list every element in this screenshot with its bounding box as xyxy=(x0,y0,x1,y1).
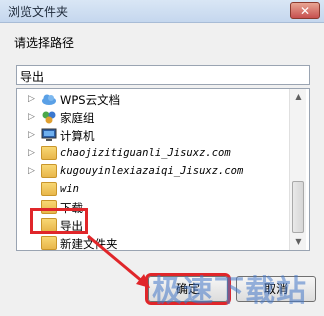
expand-arrow-icon[interactable]: ▷ xyxy=(28,165,38,177)
folder-icon xyxy=(41,146,57,160)
expand-arrow-icon[interactable]: ▷ xyxy=(28,129,38,141)
tree-item-label: win xyxy=(60,183,79,195)
cloud-icon xyxy=(41,92,57,106)
path-field[interactable]: 导出 xyxy=(16,65,310,85)
tree-item-wps-cloud[interactable]: ▷ WPS云文档 xyxy=(17,90,289,108)
title-bar: 浏览文件夹 ✕ xyxy=(0,0,324,23)
expand-arrow-icon[interactable]: ▷ xyxy=(28,147,38,159)
computer-icon xyxy=(41,128,57,142)
tree-item-label: chaojizitiguanli_Jisuxz.com xyxy=(60,147,231,159)
window-title: 浏览文件夹 xyxy=(8,5,69,19)
selection-highlight-box xyxy=(30,208,88,234)
tree-item-folder[interactable]: ▷ chaojizitiguanli_Jisuxz.com xyxy=(17,144,289,162)
prompt-label: 请选择路径 xyxy=(14,36,75,50)
homegroup-icon xyxy=(41,110,57,124)
vertical-scrollbar[interactable]: ▲ ▼ xyxy=(289,89,306,250)
tree-item-label: 计算机 xyxy=(60,129,95,143)
watermark-logo: 极速下载站 xyxy=(152,274,307,309)
close-button[interactable]: ✕ xyxy=(290,2,320,19)
tree-item-label: 新建文件夹 xyxy=(60,237,118,251)
tree-item-label: kugouyinlexiazaiqi_Jisuxz.com xyxy=(60,165,244,177)
tree-item-folder[interactable]: ▷ kugouyinlexiazaiqi_Jisuxz.com xyxy=(17,162,289,180)
scroll-up-icon[interactable]: ▲ xyxy=(292,90,305,104)
folder-icon xyxy=(41,182,57,196)
tree-item-label: WPS云文档 xyxy=(60,93,121,107)
folder-icon xyxy=(41,164,57,178)
tree-item-computer[interactable]: ▷ 计算机 xyxy=(17,126,289,144)
tree-item-folder[interactable]: win xyxy=(17,180,289,198)
tree-item-folder[interactable]: 新建文件夹 xyxy=(17,234,289,251)
folder-icon xyxy=(41,236,57,250)
expand-arrow-icon[interactable]: ▷ xyxy=(28,93,38,105)
scrollbar-thumb[interactable] xyxy=(292,181,304,233)
tree-item-label: 家庭组 xyxy=(60,111,95,125)
expand-arrow-icon[interactable]: ▷ xyxy=(28,111,38,123)
tree-item-homegroup[interactable]: ▷ 家庭组 xyxy=(17,108,289,126)
scroll-down-icon[interactable]: ▼ xyxy=(292,235,305,249)
